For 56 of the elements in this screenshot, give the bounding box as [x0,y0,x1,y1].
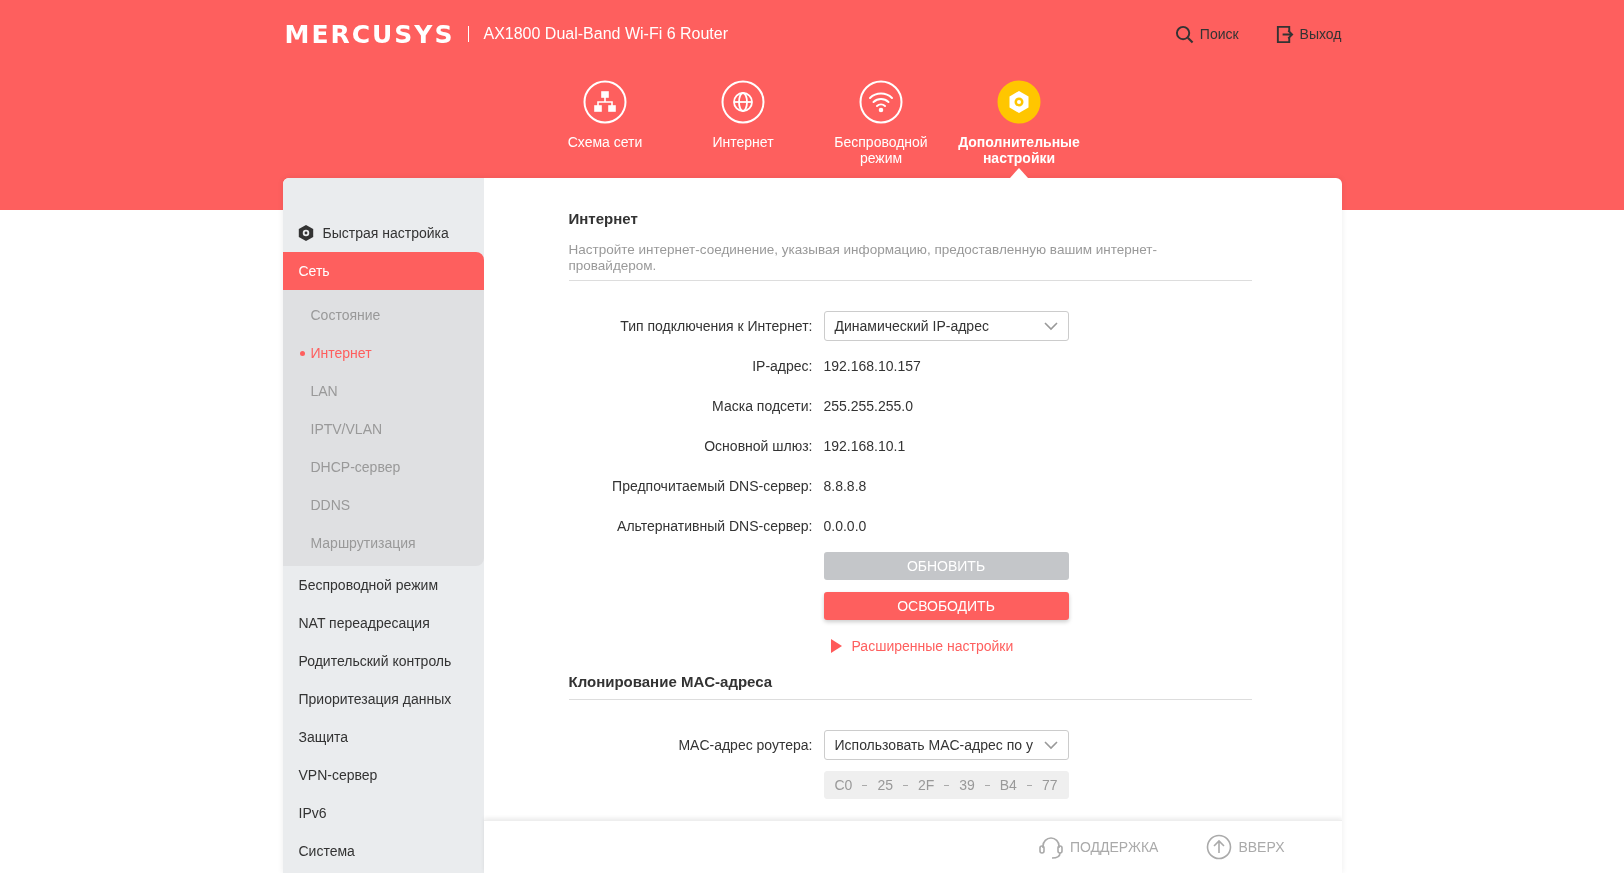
section-description: Настройте интернет-соединение, указывая информацию, предоставленную вашим интернет-провайдером. [568,242,1159,274]
sidebar-item[interactable]: Приоритезация данных [282,680,484,718]
sidebar-item[interactable]: Сеть [282,252,484,290]
submenu-item[interactable]: IPTV/VLAN [282,410,484,448]
nav-tab[interactable]: Схема сети [536,68,674,178]
field-label: MAC-адрес роутера: [677,737,814,753]
section-title: Клонирование MAC-адреса [568,672,774,692]
arrow-up-icon [1206,834,1233,860]
chevron-icon [1043,740,1058,750]
sidebar-item[interactable]: Беспроводной режим [282,566,484,604]
nav-tab[interactable]: Беспроводной режим [812,68,950,178]
chevron-icon [1043,321,1058,331]
submenu-item[interactable]: LAN [282,372,484,410]
action-button[interactable]: ОСВОБОДИТЬ [823,592,1069,620]
network-icon [583,80,627,124]
field-label: Основной шлюз: [703,438,814,454]
submenu-item[interactable]: Состояние [282,296,484,334]
support-link[interactable]: ПОДДЕРЖКА [1037,834,1159,860]
field-value: 192.168.10.157 [823,358,921,374]
submenu-item[interactable]: Интернет [282,334,484,372]
gear-icon [296,224,315,242]
router-model: AX1800 Dual-Band Wi-Fi 6 Router [483,25,729,43]
search-icon [1174,24,1194,44]
logout-link[interactable]: Выход [1274,24,1342,44]
field-value: 255.255.255.0 [823,398,914,414]
globe-icon [721,80,765,124]
logout-icon [1274,24,1294,44]
field-value: 0.0.0.0 [823,518,867,534]
field-label: IP-адрес: [751,358,814,374]
section-title: Интернет [568,209,639,229]
sidebar-item[interactable]: NAT переадресация [282,604,484,642]
search-link[interactable]: Поиск [1174,24,1239,44]
submenu-item[interactable]: DDNS [282,486,484,524]
gear-icon [997,80,1041,124]
logo: MERCUSYS [284,19,455,49]
field-label: Тип подключения к Интернет: [619,318,814,334]
field-label: Предпочитаемый DNS-сервер: [611,478,814,494]
sidebar-item[interactable]: Быстрая настройка [282,214,484,252]
sidebar-item[interactable]: Защита [282,718,484,756]
advanced-settings-link[interactable]: Расширенные настройки [823,638,1014,654]
nav-tab[interactable]: Интернет [674,68,812,178]
wifi-icon [859,80,903,124]
submenu-item[interactable]: Маршрутизация [282,524,484,562]
field-label: Альтернативный DNS-сервер: [616,518,814,534]
headset-icon [1037,834,1064,860]
triangle-icon [829,639,842,653]
sidebar-item[interactable]: Родительский контроль [282,642,484,680]
connection-type-dropdown[interactable]: Динамический IP-адрес [823,311,1069,341]
field-value: 8.8.8.8 [823,478,867,494]
submenu-item[interactable]: DHCP-сервер [282,448,484,486]
field-value: 192.168.10.1 [823,438,906,454]
sidebar-item[interactable]: IPv6 [282,794,484,832]
field-label: Маска подсети: [711,398,814,414]
sidebar-item[interactable]: Система [282,832,484,870]
sidebar-item[interactable]: VPN-сервер [282,756,484,794]
back-to-top-link[interactable]: ВВЕРХ [1206,834,1285,860]
